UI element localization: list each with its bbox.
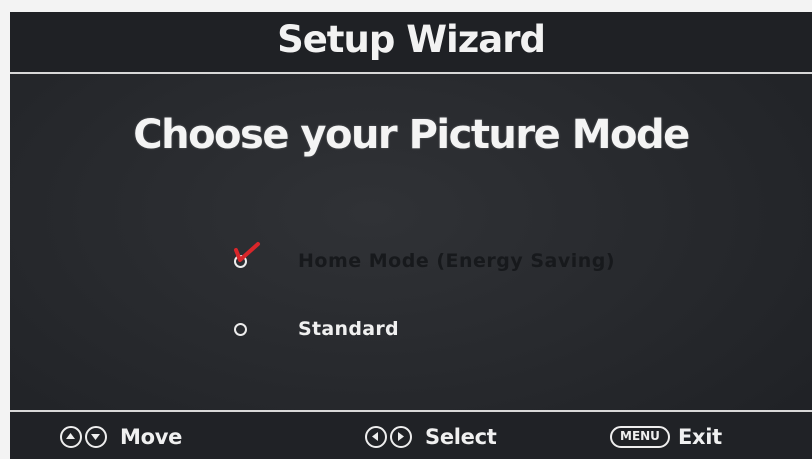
footer-hints: Move Select MENU Exit [10,410,812,459]
header-bar: Setup Wizard [10,12,812,74]
page-title: Choose your Picture Mode [133,112,690,158]
left-arrow-icon [365,426,387,448]
tv-screen: Setup Wizard Choose your Picture Mode Ho… [10,12,812,459]
hint-move: Move [60,422,182,452]
option-label-standard: Standard [298,318,399,340]
menu-key-icon: MENU [610,426,670,448]
right-arrow-icon [390,426,412,448]
hint-select: Select [365,422,497,452]
hint-exit: MENU Exit [610,422,722,452]
option-home-mode[interactable]: Home Mode (Energy Saving) [228,240,748,280]
checkmark-icon [234,242,260,262]
option-standard[interactable]: Standard [228,308,748,348]
option-label-home-mode: Home Mode (Energy Saving) [298,250,616,272]
wizard-title: Setup Wizard [277,18,546,61]
down-arrow-icon [85,426,107,448]
hint-label-move: Move [120,425,183,449]
radio-icon[interactable] [234,323,247,336]
hint-label-select: Select [425,425,497,449]
hint-label-exit: Exit [677,425,722,449]
up-arrow-icon [60,426,82,448]
